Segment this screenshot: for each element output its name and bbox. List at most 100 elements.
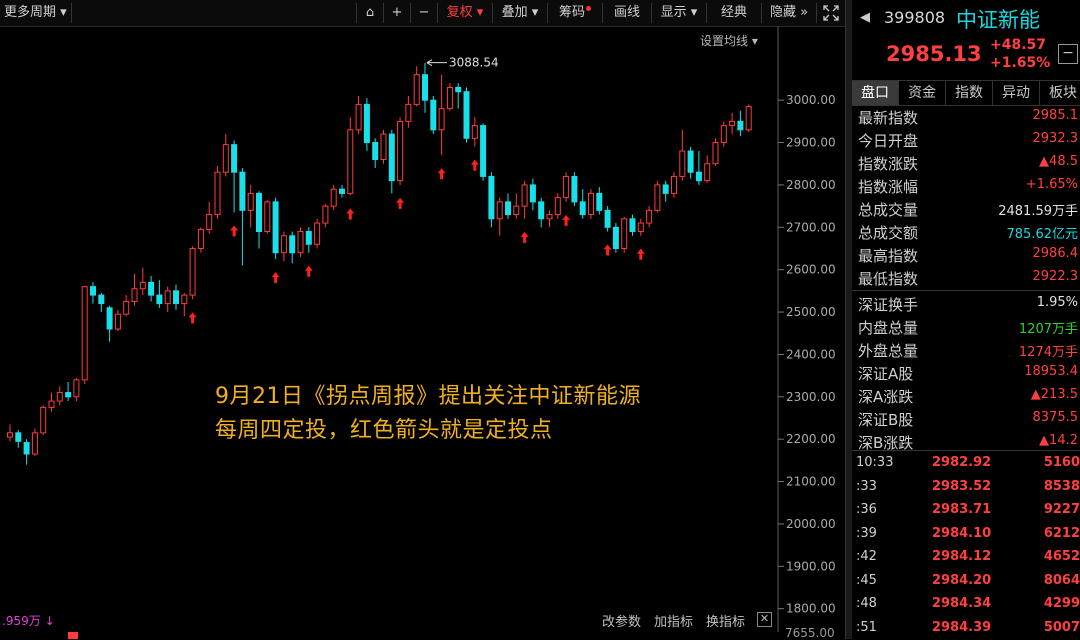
tick-time: :42 [856, 549, 877, 564]
fullscreen-icon [823, 5, 839, 21]
last-price: 2985.13 [886, 42, 982, 66]
triangle-left-icon[interactable]: ◀ [860, 10, 870, 25]
quote-value: ▲14.2 [1039, 433, 1078, 448]
candle-body [23, 442, 30, 455]
candlestick-chart[interactable]: 3000.00 2900.00 2800.00 2700.00 2600.00 2500.… [0, 26, 845, 632]
buy-arrow-icon [271, 272, 280, 284]
quote-value: 2986.4 [1032, 246, 1079, 261]
lock-button[interactable]: ⌂ [356, 3, 383, 23]
tab-yidong[interactable]: 异动 [993, 81, 1040, 105]
volume-value: .959万 [2, 614, 41, 628]
tab-pankou[interactable]: 盘口 [852, 81, 899, 105]
quote-value: 2985.1 [1032, 108, 1079, 123]
candle-body [430, 99, 437, 131]
candle-body [98, 294, 105, 305]
hide-button[interactable]: 隐藏 » [761, 3, 816, 23]
buy-arrow-icon [636, 248, 645, 260]
chart-toolbar: 更多周期 ▾ ⌂ + − 复权 ▾ 叠加 ▾ 筹码 画线 显示 ▾ 经典 隐藏 … [0, 0, 845, 27]
candle-body [471, 125, 478, 139]
quote-value: 1207万手 [1018, 322, 1078, 337]
tick-time: :48 [856, 596, 877, 611]
tick-time: :36 [856, 502, 877, 517]
zoom-in-button[interactable]: + [383, 3, 410, 23]
classic-button[interactable]: 经典 [706, 3, 761, 23]
notification-dot-icon [586, 6, 591, 11]
candle-body [380, 133, 387, 160]
quote-value: +1.65% [1025, 177, 1078, 192]
chip-label: 筹码 [558, 5, 585, 20]
quote-value: 18953.4 [1024, 364, 1078, 379]
tick-row: :51 2984.39 5007 [852, 617, 1080, 640]
candle-body [330, 188, 337, 207]
draw-line-button[interactable]: 画线 [602, 3, 651, 23]
quote-row: 指数涨跌 ▲48.5 [852, 152, 1080, 175]
change-param-button[interactable]: 改参数 [602, 611, 641, 630]
candle-body [604, 209, 611, 228]
tab-zijin[interactable]: 资金 [899, 81, 946, 105]
arrow-down-icon: ↓ [44, 614, 55, 628]
candle-body [65, 392, 72, 398]
candle-body [222, 144, 229, 173]
period-selector[interactable]: 更多周期 ▾ [0, 3, 72, 23]
candle-body [31, 432, 38, 455]
y-tick-label: 3000.00 [786, 93, 836, 107]
candle-body [729, 120, 736, 127]
candle-body [505, 201, 511, 216]
tick-vol: 5160 [1043, 455, 1080, 470]
candle-body [488, 175, 495, 220]
display-label: 显示 [660, 5, 687, 20]
quote-label: 外盘总量 [858, 342, 919, 360]
close-icon[interactable]: ✕ [757, 612, 772, 627]
add-indicator-button[interactable]: 加指标 [654, 611, 693, 630]
display-button[interactable]: 显示 ▾ [651, 3, 706, 23]
high-label: 3088.54 [449, 56, 499, 70]
candle-body [662, 184, 669, 194]
switch-indicator-button[interactable]: 换指标 [706, 611, 745, 630]
buy-arrow-icon [304, 265, 313, 277]
collapse-icon[interactable]: − [1058, 44, 1078, 64]
candle-body [695, 171, 702, 182]
candle-body [355, 103, 362, 131]
quote-value: 1274万手 [1018, 345, 1078, 360]
candle-body [90, 286, 96, 296]
candle-body [173, 290, 179, 305]
quote-value: 1.95% [1036, 295, 1078, 310]
annotation-text: 9月21日《拐点周报》提出关注中证新能源 每周四定投，红色箭头就是定投点 [215, 380, 641, 448]
candle-body [81, 286, 88, 381]
candle-body [123, 300, 130, 315]
y-axis: 3000.00 2900.00 2800.00 2700.00 2600.00 2500.… [778, 93, 836, 616]
tick-vol: 6212 [1043, 525, 1080, 541]
chip-button[interactable]: 筹码 [547, 3, 602, 23]
candle-body [272, 201, 279, 254]
quote-value: 2922.3 [1032, 269, 1079, 284]
tick-time: :39 [856, 525, 877, 541]
tick-row: 10:33 2982.92 5160 [852, 452, 1080, 475]
tick-time: :51 [856, 619, 877, 635]
candle-body [737, 120, 744, 131]
y-tick-label: 2300.00 [786, 390, 836, 404]
candle-body [7, 432, 13, 438]
fullscreen-button[interactable] [816, 3, 845, 23]
tab-zhishu[interactable]: 指数 [946, 81, 993, 105]
quote-label: 深证A股 [858, 365, 914, 383]
candle-body [206, 214, 213, 230]
quote-row: 总成交量 2481.59万手 [852, 198, 1080, 221]
tick-time: 10:33 [856, 455, 894, 470]
quote-row: 指数涨幅 +1.65% [852, 175, 1080, 198]
quote-row: 最新指数 2985.1 [852, 106, 1080, 129]
classic-label: 经典 [720, 5, 747, 20]
lock-icon: ⌂ [365, 5, 375, 20]
tick-price: 2983.52 [932, 478, 992, 494]
zoom-out-button[interactable]: − [410, 3, 437, 23]
candle-body [438, 108, 445, 131]
candle-body [554, 197, 561, 216]
quote-row: 外盘总量 1274万手 [852, 339, 1080, 362]
hide-label: 隐藏 [769, 5, 796, 20]
overlay-button[interactable]: 叠加 ▾ [492, 3, 547, 23]
volume-scale-label: 7655.00 [785, 626, 835, 640]
fuquan-button[interactable]: 复权 ▾ [437, 3, 492, 23]
tab-bankuai[interactable]: 板块 [1040, 81, 1080, 105]
tick-row: :48 2984.34 4299 [852, 593, 1080, 616]
candle-body [48, 400, 55, 408]
candle-body [197, 228, 204, 249]
